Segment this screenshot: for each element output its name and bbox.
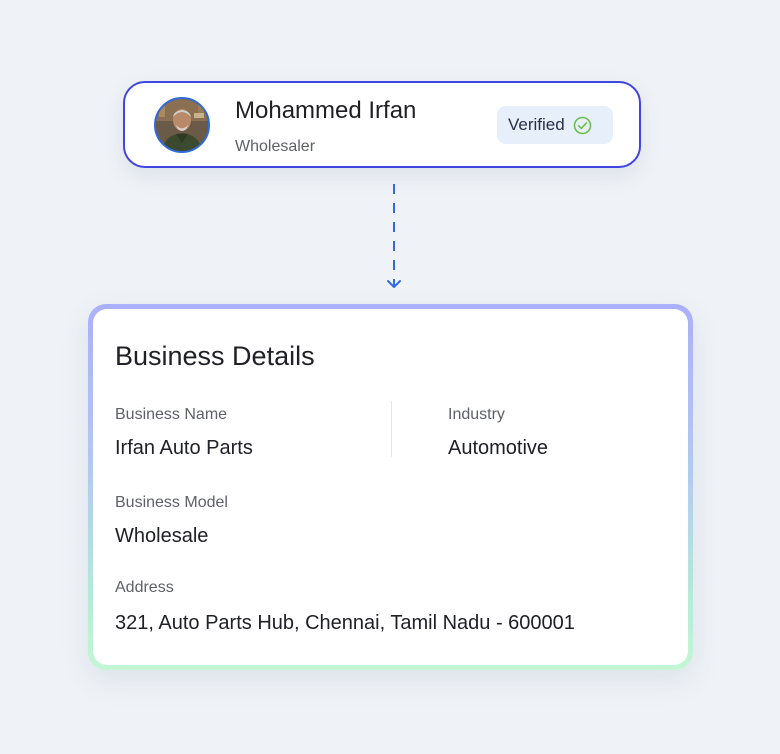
business-details-card: Business Details Business Name Irfan Aut… bbox=[88, 304, 693, 670]
column-divider bbox=[391, 401, 392, 457]
verified-label: Verified bbox=[508, 115, 565, 134]
avatar-photo-icon bbox=[156, 99, 208, 151]
card-title: Business Details bbox=[115, 341, 315, 371]
dashed-arrow-down-icon bbox=[384, 184, 404, 292]
profile-role: Wholesaler bbox=[235, 138, 316, 155]
profile-card[interactable]: Mohammed Irfan Wholesaler Verified bbox=[123, 81, 641, 168]
business-name-value: Irfan Auto Parts bbox=[115, 437, 253, 459]
business-details-body: Business Details Business Name Irfan Aut… bbox=[93, 309, 688, 665]
profile-name: Mohammed Irfan bbox=[235, 97, 417, 124]
industry-value: Automotive bbox=[448, 437, 549, 459]
check-circle-icon bbox=[573, 116, 592, 135]
address-label: Address bbox=[115, 579, 174, 596]
business-name-label: Business Name bbox=[115, 406, 228, 423]
avatar[interactable] bbox=[154, 97, 210, 153]
business-model-label: Business Model bbox=[115, 494, 228, 511]
verified-badge: Verified bbox=[497, 106, 613, 144]
address-value: 321, Auto Parts Hub, Chennai, Tamil Nadu… bbox=[115, 612, 575, 634]
industry-label: Industry bbox=[448, 406, 505, 423]
business-model-value: Wholesale bbox=[115, 525, 209, 547]
